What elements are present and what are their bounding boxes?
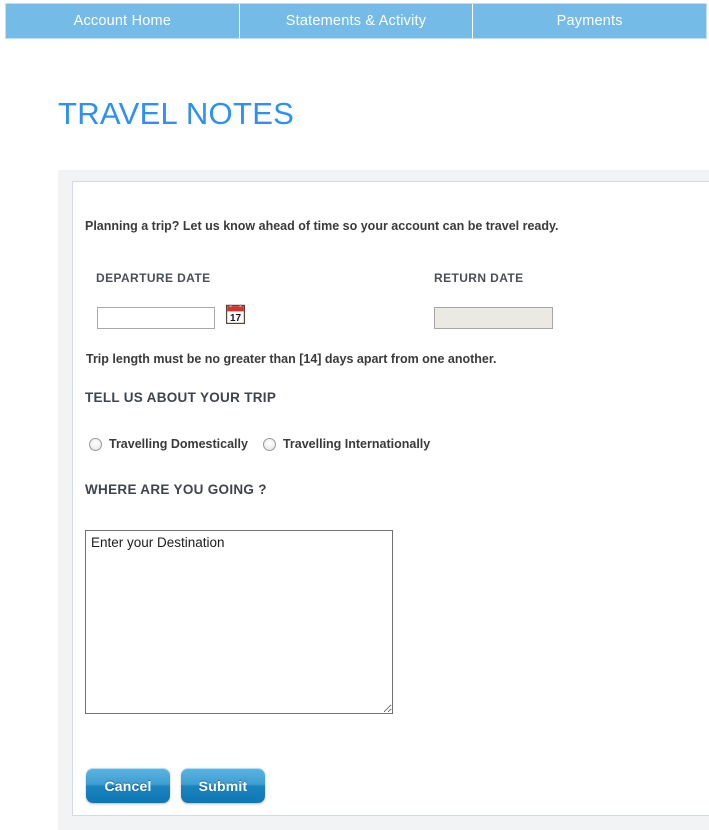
content-panel-outer: Planning a trip? Let us know ahead of ti… (58, 170, 709, 830)
cancel-button[interactable]: Cancel (86, 768, 170, 803)
intro-text: Planning a trip? Let us know ahead of ti… (85, 219, 559, 233)
form-actions: Cancel Submit (86, 768, 265, 803)
departure-date-input[interactable] (97, 307, 215, 329)
radio-travelling-domestically[interactable] (89, 437, 102, 451)
nav-tab-statements-activity[interactable]: Statements & Activity (240, 4, 474, 38)
page-title: TRAVEL NOTES (58, 96, 295, 131)
calendar-icon[interactable]: 17 (226, 304, 245, 324)
destination-textarea[interactable] (85, 530, 393, 714)
radio-label-internationally[interactable]: Travelling Internationally (283, 437, 430, 451)
radio-travelling-internationally[interactable] (262, 437, 276, 451)
trip-length-note: Trip length must be no greater than [14]… (86, 352, 497, 366)
svg-text:17: 17 (230, 313, 242, 324)
radio-label-domestically[interactable]: Travelling Domestically (109, 437, 248, 451)
return-date-label: RETURN DATE (434, 271, 524, 285)
return-date-input[interactable] (434, 307, 553, 329)
main-navigation: Account Home Statements & Activity Payme… (5, 3, 707, 39)
trip-section-heading: TELL US ABOUT YOUR TRIP (85, 390, 277, 405)
nav-tab-account-home[interactable]: Account Home (6, 4, 240, 38)
submit-button[interactable]: Submit (181, 768, 265, 803)
nav-tab-payments[interactable]: Payments (473, 4, 706, 38)
departure-date-label: DEPARTURE DATE (96, 271, 211, 285)
travel-notes-form: Planning a trip? Let us know ahead of ti… (73, 182, 709, 815)
content-panel: Planning a trip? Let us know ahead of ti… (72, 181, 709, 816)
nav-tab-label: Account Home (73, 13, 172, 29)
trip-type-radio-group: Travelling Domestically Travelling Inter… (89, 437, 445, 451)
nav-tab-label: Statements & Activity (285, 13, 427, 29)
destination-section-heading: WHERE ARE YOU GOING ? (85, 482, 267, 497)
nav-tab-label: Payments (556, 13, 623, 29)
